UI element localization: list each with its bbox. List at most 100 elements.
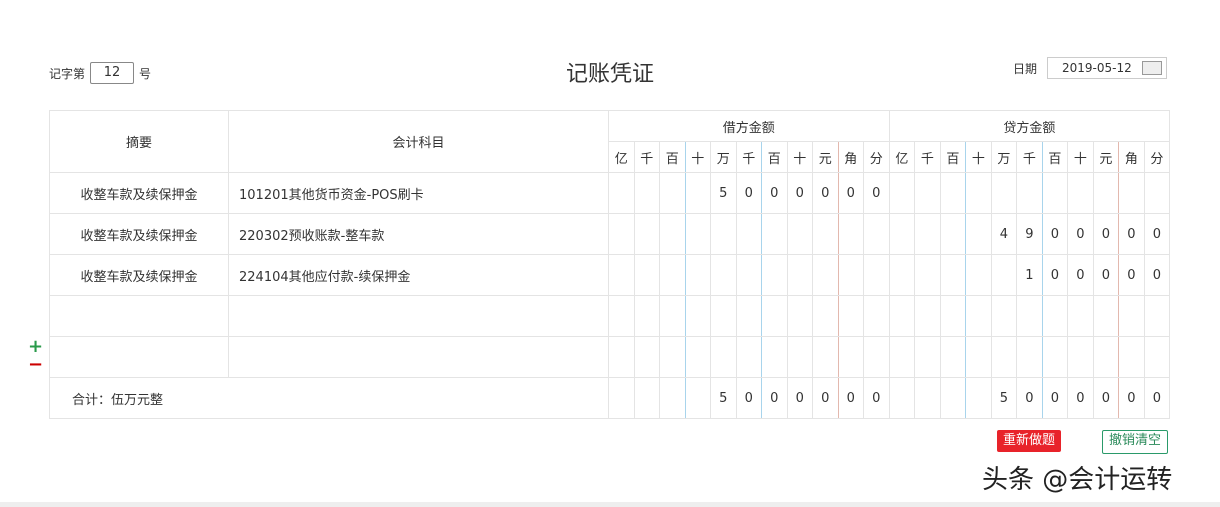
amount-digit[interactable] (990, 254, 1018, 296)
amount-digit[interactable] (786, 213, 813, 255)
amount-digit[interactable] (863, 213, 890, 255)
amount-digit[interactable] (684, 213, 711, 255)
amount-digit[interactable]: 0 (1067, 254, 1094, 296)
amount-digit[interactable]: 0 (1016, 377, 1043, 419)
remove-row-button[interactable]: − (28, 354, 43, 375)
amount-digit[interactable] (1041, 295, 1069, 337)
amount-digit[interactable] (659, 172, 686, 214)
amount-digit[interactable]: 0 (837, 172, 864, 214)
amount-digit[interactable] (684, 254, 711, 296)
amount-digit[interactable]: 0 (812, 377, 839, 419)
amount-digit[interactable]: 0 (1067, 213, 1094, 255)
amount-digit[interactable] (1041, 336, 1069, 378)
amount-digit[interactable] (633, 213, 660, 255)
amount-digit[interactable] (786, 254, 813, 296)
account-cell[interactable] (228, 295, 609, 337)
amount-digit[interactable] (990, 295, 1018, 337)
amount-digit[interactable] (659, 295, 686, 337)
amount-digit[interactable] (939, 172, 967, 214)
amount-digit[interactable]: 0 (1118, 377, 1145, 419)
amount-digit[interactable] (939, 295, 967, 337)
amount-digit[interactable] (1092, 295, 1120, 337)
amount-digit[interactable] (1016, 172, 1043, 214)
amount-digit[interactable] (965, 336, 992, 378)
amount-digit[interactable] (633, 172, 660, 214)
amount-digit[interactable] (684, 336, 711, 378)
amount-digit[interactable]: 0 (735, 377, 762, 419)
amount-digit[interactable] (633, 377, 660, 419)
amount-digit[interactable] (608, 336, 635, 378)
redo-button[interactable]: 重新做题 (997, 430, 1062, 452)
amount-digit[interactable] (888, 295, 916, 337)
amount-digit[interactable] (761, 213, 788, 255)
amount-digit[interactable]: 1 (1016, 254, 1043, 296)
amount-digit[interactable] (888, 336, 916, 378)
amount-digit[interactable]: 0 (1041, 213, 1069, 255)
amount-digit[interactable] (965, 295, 992, 337)
summary-cell[interactable]: 收整车款及续保押金 (49, 254, 229, 296)
amount-digit[interactable] (684, 295, 711, 337)
amount-digit[interactable] (1067, 172, 1094, 214)
amount-digit[interactable] (608, 377, 635, 419)
amount-digit[interactable]: 0 (1067, 377, 1094, 419)
amount-digit[interactable] (914, 254, 941, 296)
amount-digit[interactable] (863, 254, 890, 296)
amount-digit[interactable]: 4 (990, 213, 1018, 255)
amount-digit[interactable]: 0 (812, 172, 839, 214)
account-cell[interactable] (228, 336, 609, 378)
amount-digit[interactable] (939, 377, 967, 419)
amount-digit[interactable]: 0 (1041, 377, 1069, 419)
amount-digit[interactable] (735, 213, 762, 255)
amount-digit[interactable] (812, 295, 839, 337)
amount-digit[interactable] (965, 254, 992, 296)
amount-digit[interactable]: 0 (786, 172, 813, 214)
summary-cell[interactable] (49, 336, 229, 378)
amount-digit[interactable] (684, 377, 711, 419)
amount-digit[interactable] (914, 336, 941, 378)
amount-digit[interactable]: 0 (761, 377, 788, 419)
amount-digit[interactable] (786, 336, 813, 378)
amount-digit[interactable] (761, 254, 788, 296)
amount-digit[interactable] (1092, 336, 1120, 378)
amount-digit[interactable] (863, 336, 890, 378)
amount-digit[interactable] (837, 336, 864, 378)
amount-digit[interactable]: 0 (735, 172, 762, 214)
amount-digit[interactable] (837, 213, 864, 255)
amount-digit[interactable]: 0 (1092, 213, 1120, 255)
amount-digit[interactable]: 5 (710, 172, 737, 214)
amount-digit[interactable] (888, 377, 916, 419)
clear-button[interactable]: 撤销清空 (1102, 430, 1169, 454)
amount-digit[interactable] (990, 336, 1018, 378)
account-cell[interactable]: 224104其他应付款-续保押金 (228, 254, 609, 296)
amount-digit[interactable] (812, 254, 839, 296)
amount-digit[interactable] (710, 336, 737, 378)
amount-digit[interactable] (837, 295, 864, 337)
amount-digit[interactable] (1143, 295, 1171, 337)
amount-digit[interactable] (633, 336, 660, 378)
amount-digit[interactable] (1092, 172, 1120, 214)
amount-digit[interactable] (633, 295, 660, 337)
amount-digit[interactable] (684, 172, 711, 214)
amount-digit[interactable] (837, 254, 864, 296)
amount-digit[interactable] (659, 213, 686, 255)
amount-digit[interactable] (786, 295, 813, 337)
amount-digit[interactable] (710, 295, 737, 337)
amount-digit[interactable] (735, 295, 762, 337)
amount-digit[interactable]: 0 (837, 377, 864, 419)
amount-digit[interactable] (812, 336, 839, 378)
amount-digit[interactable] (1143, 172, 1171, 214)
amount-digit[interactable]: 5 (710, 377, 737, 419)
amount-digit[interactable] (939, 336, 967, 378)
amount-digit[interactable]: 0 (1143, 254, 1171, 296)
amount-digit[interactable] (710, 254, 737, 296)
amount-digit[interactable] (735, 336, 762, 378)
amount-digit[interactable]: 0 (863, 377, 890, 419)
amount-digit[interactable] (633, 254, 660, 296)
amount-digit[interactable] (608, 295, 635, 337)
amount-digit[interactable]: 0 (761, 172, 788, 214)
amount-digit[interactable] (914, 377, 941, 419)
calendar-icon[interactable] (1142, 61, 1163, 75)
amount-digit[interactable] (1143, 336, 1171, 378)
amount-digit[interactable] (1118, 295, 1145, 337)
amount-digit[interactable] (659, 336, 686, 378)
